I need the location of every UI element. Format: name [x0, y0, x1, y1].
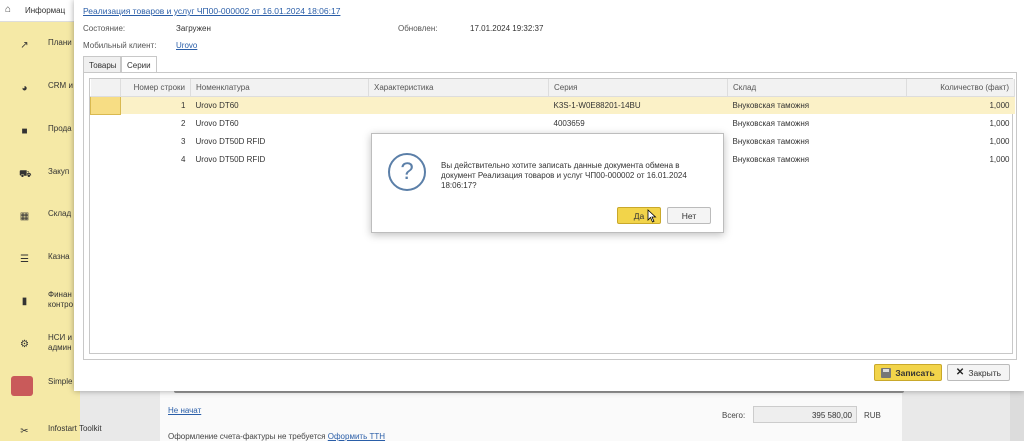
row-marker-cell[interactable]	[90, 95, 121, 115]
state-label: Состояние:	[83, 24, 126, 33]
sidebar-item-infostart[interactable]: ✂ Infostart Toolkit	[0, 417, 101, 441]
app-sidebar: ⌂ Информац ↗ Плани ◕ CRM и ■ Прода ⛟ Зак…	[0, 0, 102, 441]
column-header[interactable]: Серия	[548, 79, 728, 97]
currency-label: RUB	[864, 411, 881, 420]
document-title-link[interactable]: Реализация товаров и услуг ЧП00-000002 о…	[83, 6, 340, 16]
sidebar-item-finance[interactable]: ▮ Финан контро	[0, 287, 80, 317]
sidebar-item-label: Закуп	[48, 167, 70, 176]
close-button-label: Закрыть	[968, 367, 1002, 378]
column-header[interactable]: Номенклатура	[190, 79, 369, 97]
gear-icon: ⚙	[20, 339, 29, 350]
updated-label: Обновлен:	[398, 24, 438, 33]
table-row[interactable]: 2 Urovo DT60 4003659 Внуковская таможня …	[91, 114, 1015, 132]
sidebar-item-label: Склад	[48, 209, 72, 218]
quantity-cell[interactable]: 1,000	[907, 132, 1015, 150]
sidebar-item-purchases[interactable]: ⛟ Закуп	[0, 160, 80, 190]
sidebar-item-nsi[interactable]: ⚙ НСИ и админ	[0, 330, 80, 360]
status-link[interactable]: Не начат	[168, 406, 201, 415]
sidebar-item-label: Плани	[48, 38, 72, 47]
sidebar-item-planning[interactable]: ↗ Плани	[0, 31, 80, 61]
simple-logo	[11, 376, 33, 396]
characteristic-cell[interactable]	[369, 114, 549, 132]
mobile-client-link[interactable]: Urovo	[176, 41, 197, 50]
chart-icon: ↗	[20, 40, 29, 51]
home-icon[interactable]: ⌂	[5, 4, 15, 16]
briefcase-icon: ■	[21, 126, 28, 137]
close-button[interactable]: ✕ Закрыть	[947, 364, 1010, 381]
series-cell[interactable]: K3S-1-W0E88201-14BU	[548, 96, 728, 114]
item-cell[interactable]: Urovo DT60	[190, 96, 369, 114]
invoice-line: Оформление счета-фактуры не требуется Оф…	[168, 432, 385, 441]
sidebar-item-label: CRM и	[48, 81, 73, 90]
confirm-dialog: ? Вы действительно хотите записать данны…	[371, 133, 724, 233]
quantity-cell[interactable]: 1,000	[907, 150, 1015, 168]
item-cell[interactable]: Urovo DT50D RFID	[191, 132, 369, 150]
warehouse-cell[interactable]: Внуковская таможня	[728, 132, 907, 150]
sidebar-item-sales[interactable]: ■ Прода	[0, 117, 80, 147]
column-header-marker	[90, 79, 121, 97]
quantity-cell[interactable]: 1,000	[906, 96, 1015, 114]
sidebar-item-label: Simple	[48, 377, 73, 386]
table-row[interactable]: 1 Urovo DT60 K3S-1-W0E88201-14BU Внуковс…	[90, 95, 1015, 115]
state-value: Загружен	[176, 24, 211, 33]
floppy-disk-icon	[881, 367, 892, 378]
total-label: Всего:	[722, 411, 746, 420]
invoice-ttn-link[interactable]: Оформить ТТН	[328, 432, 385, 441]
bar-chart-icon: ▮	[21, 296, 28, 307]
mouse-cursor-icon	[647, 209, 657, 223]
row-marker-cell[interactable]	[91, 132, 121, 150]
sidebar-item-label: Прода	[48, 124, 72, 133]
item-cell[interactable]: Urovo DT50D RFID	[191, 150, 369, 168]
characteristic-cell[interactable]	[368, 96, 549, 114]
sidebar-item-warehouse[interactable]: ▦ Склад	[0, 202, 80, 232]
close-icon: ✕	[955, 367, 965, 378]
sidebar-item-treasury[interactable]: ☰ Казна	[0, 245, 80, 275]
invoice-text: Оформление счета-фактуры не требуется	[168, 432, 326, 441]
row-number-cell[interactable]: 3	[121, 132, 191, 150]
row-number-cell[interactable]: 4	[121, 150, 191, 168]
dialog-message: Вы действительно хотите записать данные …	[441, 161, 687, 190]
pie-chart-icon: ◕	[21, 83, 28, 94]
sidebar-item-simple[interactable]: Simple	[0, 370, 80, 400]
sidebar-item-label: Казна	[48, 252, 70, 261]
save-button[interactable]: Записать	[874, 364, 942, 381]
column-header[interactable]: Количество (факт)	[906, 79, 1015, 97]
warehouse-cell[interactable]: Внуковская таможня	[728, 114, 907, 132]
sidebar-item-crm[interactable]: ◕ CRM и	[0, 74, 80, 104]
cart-icon: ⛟	[19, 169, 32, 180]
tab-series[interactable]: Серии	[121, 56, 157, 73]
grid-icon: ▦	[19, 211, 30, 222]
sidebar-top-label: Информац	[25, 6, 66, 15]
no-button[interactable]: Нет	[667, 207, 711, 224]
list-icon: ☰	[20, 254, 29, 265]
sidebar-item-label: НСИ и админ	[48, 333, 72, 352]
warehouse-cell[interactable]: Внуковская таможня	[727, 96, 907, 114]
column-header[interactable]: Склад	[727, 79, 907, 97]
mobile-client-label: Мобильный клиент:	[83, 41, 157, 50]
column-header[interactable]: Характеристика	[368, 79, 549, 97]
warehouse-cell[interactable]: Внуковская таможня	[728, 150, 907, 168]
total-value: 395 580,00	[753, 406, 857, 423]
table-header-row: Номер строки Номенклатура Характеристика…	[90, 79, 1015, 97]
row-number-cell[interactable]: 2	[121, 114, 191, 132]
tools-icon: ✂	[20, 426, 29, 437]
save-button-label: Записать	[895, 367, 935, 378]
sidebar-top-tab[interactable]: ⌂ Информац	[0, 0, 80, 22]
item-cell[interactable]: Urovo DT60	[191, 114, 369, 132]
tab-goods[interactable]: Товары	[83, 56, 121, 73]
sidebar-item-label: Infostart Toolkit	[48, 424, 102, 433]
row-number-cell[interactable]: 1	[120, 96, 191, 114]
sidebar-item-label: Финан контро	[48, 290, 74, 309]
quantity-cell[interactable]: 1,000	[907, 114, 1015, 132]
updated-value: 17.01.2024 19:32:37	[470, 24, 544, 33]
series-cell[interactable]: 4003659	[549, 114, 728, 132]
question-icon: ?	[388, 153, 426, 191]
row-marker-cell[interactable]	[91, 150, 121, 168]
row-marker-cell[interactable]	[91, 114, 121, 132]
column-header[interactable]: Номер строки	[120, 79, 191, 97]
